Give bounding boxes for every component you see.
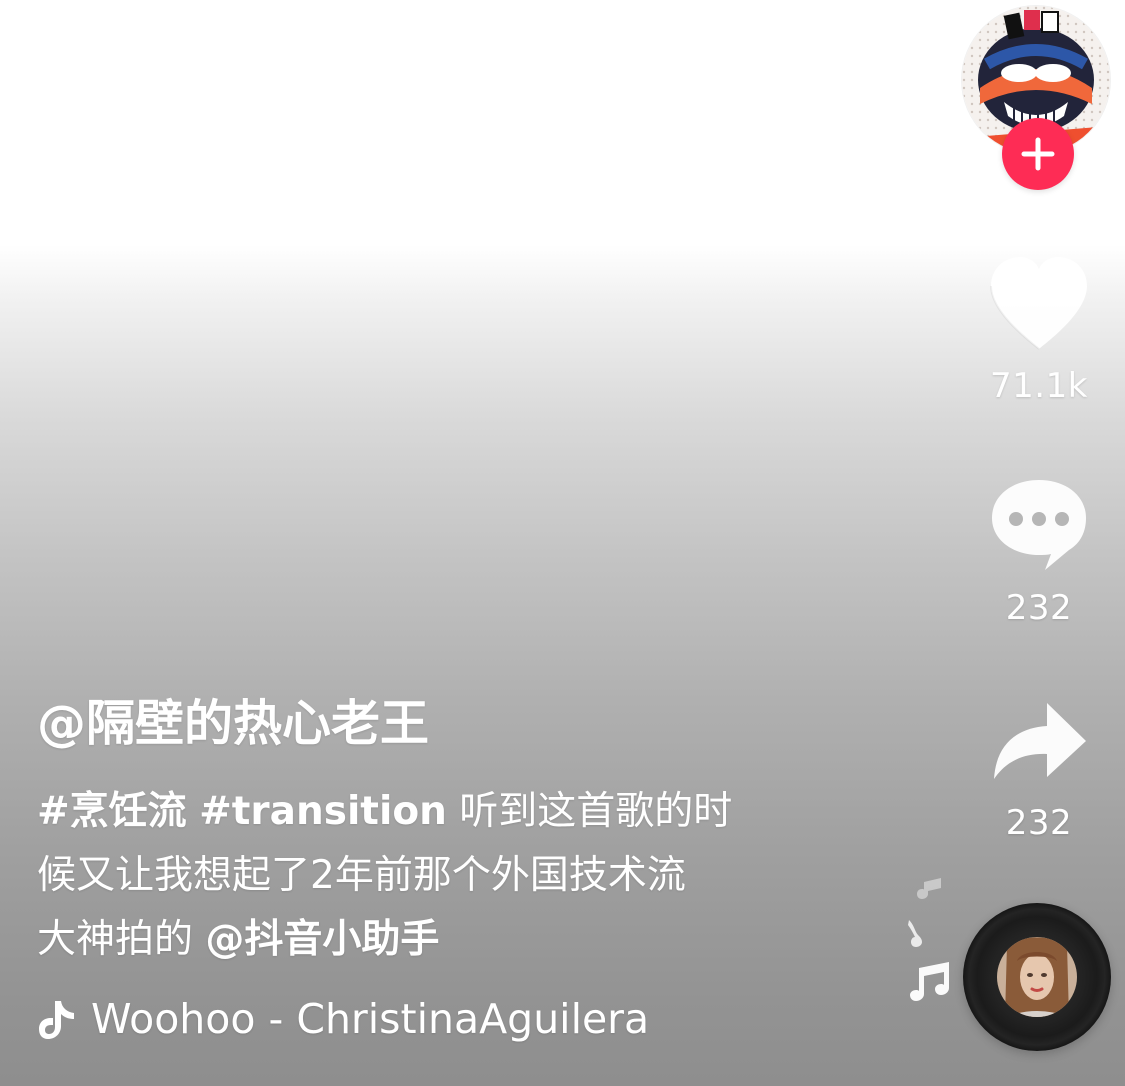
comment-count: 232 <box>1005 588 1073 628</box>
like-count: 71.1k <box>990 366 1088 406</box>
plus-icon <box>1021 137 1055 171</box>
tiktok-note-icon <box>39 1001 74 1039</box>
music-info[interactable]: Woohoo - ChristinaAguilera <box>39 993 649 1045</box>
share-count: 232 <box>1005 803 1073 843</box>
comment-bubble-icon <box>992 480 1086 570</box>
music-disc[interactable] <box>963 903 1111 1051</box>
follow-button[interactable] <box>1002 118 1074 190</box>
caption-text: 听到这首歌的时 <box>459 789 733 834</box>
like-action[interactable]: 71.1k <box>978 252 1100 406</box>
caption-text: 候又让我想起了2年前那个外国技术流 <box>37 853 686 898</box>
caption-text: 大神拍的 <box>37 917 194 962</box>
hashtag-link[interactable]: #transition <box>199 789 447 834</box>
video-caption: @隔壁的热心老王 #烹饪流 #transition 听到这首歌的时 候又让我想起… <box>37 692 807 972</box>
comment-action[interactable]: 232 <box>978 472 1100 628</box>
heart-icon <box>990 257 1087 350</box>
caption-description: #烹饪流 #transition 听到这首歌的时 候又让我想起了2年前那个外国技… <box>37 780 807 972</box>
album-cover <box>997 937 1077 1017</box>
creator-username[interactable]: @隔壁的热心老王 <box>37 692 807 756</box>
share-arrow-icon <box>994 703 1086 779</box>
album-cover-image <box>997 937 1077 1017</box>
mention-link[interactable]: @抖音小助手 <box>205 917 439 962</box>
music-title[interactable]: Woohoo - ChristinaAguilera <box>91 993 649 1045</box>
share-action[interactable]: 232 <box>978 693 1100 843</box>
music-notes-icon <box>908 878 949 1001</box>
floating-music-notes <box>898 876 958 1006</box>
hashtag-link[interactable]: #烹饪流 <box>37 789 187 834</box>
